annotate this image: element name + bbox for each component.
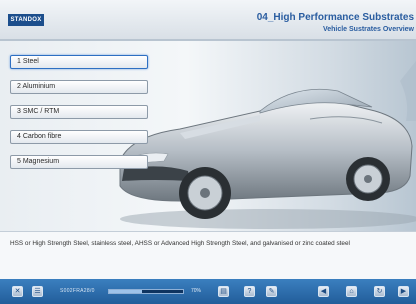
arrow-left-icon: ◀: [320, 288, 327, 295]
prev-button[interactable]: ◀: [318, 286, 329, 297]
progress-bar[interactable]: [108, 289, 184, 294]
help-icon: ?: [247, 288, 252, 295]
glossary-button[interactable]: ▤: [218, 286, 229, 297]
arrow-right-icon: ▶: [400, 288, 407, 295]
progress-percent: 70%: [191, 288, 202, 294]
car-image: [119, 61, 416, 229]
close-button[interactable]: ✕: [12, 286, 23, 297]
pencil-icon: ✎: [268, 288, 275, 295]
menu-item-smc-rtm[interactable]: 3 SMC / RTM: [10, 105, 148, 119]
menu-item-aluminium[interactable]: 2 Aluminium: [10, 80, 148, 94]
menu-button[interactable]: ☰: [32, 286, 43, 297]
header: STANDOX 04_High Performance Substrates V…: [0, 0, 416, 40]
substrate-menu: 1 Steel 2 Aluminium 3 SMC / RTM 4 Carbon…: [10, 55, 148, 180]
close-icon: ✕: [14, 288, 21, 295]
help-button[interactable]: ?: [244, 286, 255, 297]
player-toolbar: ✕ ☰ S002FRA28/0 70% ▤ ? ✎ ◀ ⌂ ↻ ▶: [0, 279, 416, 304]
menu-item-steel[interactable]: 1 Steel: [10, 55, 148, 69]
replay-icon: ↻: [376, 288, 383, 295]
car-scene: 1 Steel 2 Aluminium 3 SMC / RTM 4 Carbon…: [0, 41, 416, 231]
home-button[interactable]: ⌂: [346, 286, 357, 297]
module-code: S002FRA28/0: [60, 288, 95, 294]
progress-fill: [109, 290, 143, 293]
description-panel: HSS or High Strength Steel, stainless st…: [0, 231, 416, 279]
notes-button[interactable]: ✎: [266, 286, 277, 297]
page-subtitle: Vehicle Sustrates Overview: [322, 26, 414, 33]
menu-icon: ☰: [34, 288, 41, 295]
menu-item-carbon-fibre[interactable]: 4 Carbon fibre: [10, 130, 148, 144]
next-button[interactable]: ▶: [398, 286, 409, 297]
standox-logo: STANDOX: [8, 14, 44, 26]
page-title: 04_High Performance Substrates: [256, 12, 414, 23]
home-icon: ⌂: [349, 288, 354, 295]
replay-button[interactable]: ↻: [374, 286, 385, 297]
description-text: HSS or High Strength Steel, stainless st…: [10, 240, 350, 247]
menu-item-magnesium[interactable]: 5 Magnesium: [10, 155, 148, 169]
book-icon: ▤: [220, 288, 227, 295]
